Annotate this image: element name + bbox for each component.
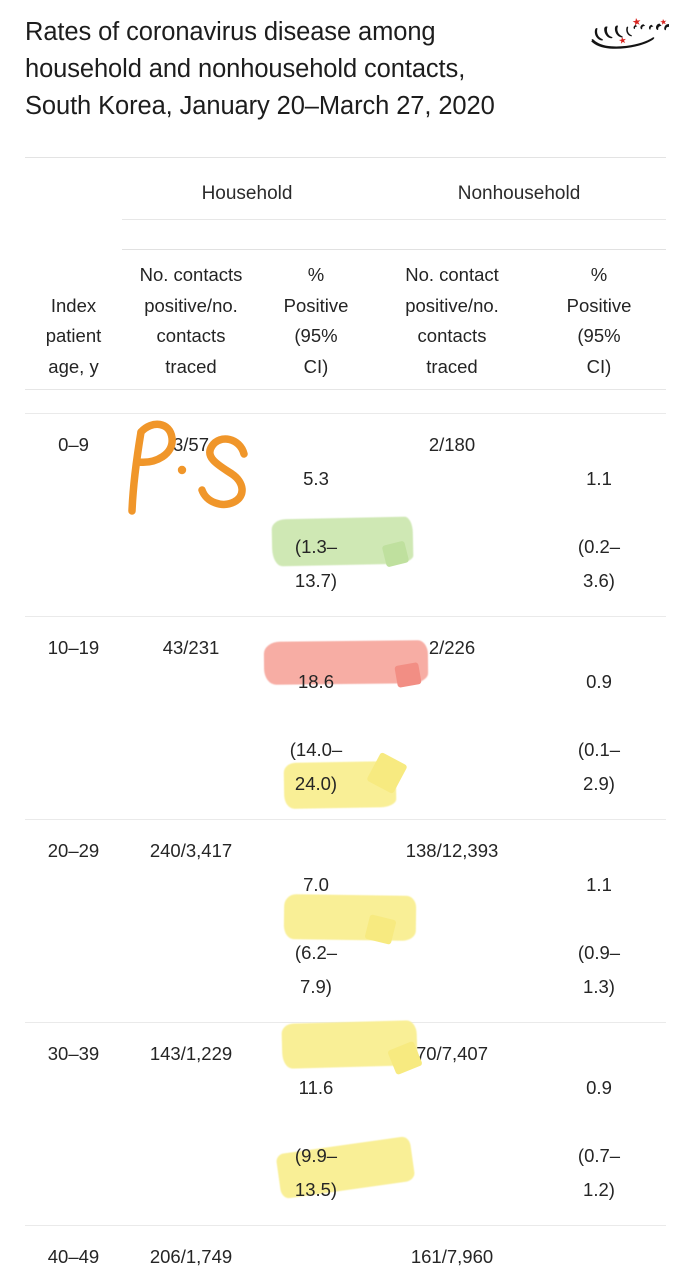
value-household-percent: 18.6 bbox=[297, 670, 334, 692]
value-household-percent: 5.3 bbox=[303, 467, 329, 489]
value-nonhousehold-ci: (0.7– 1.2) bbox=[577, 1144, 621, 1200]
cell-nonhousehold-percent: 1.1 (0.9– 1.3) bbox=[532, 818, 666, 1022]
page-title: Rates of coronavirus disease among house… bbox=[25, 18, 495, 120]
cell-nonhousehold-contacts: 2/180 bbox=[372, 412, 532, 616]
column-header-nonhousehold-percent: % Positive (95% CI) bbox=[566, 264, 632, 377]
page-root: Rates of coronavirus disease among house… bbox=[0, 0, 691, 1280]
rates-table: Household Nonhousehold Index patient age… bbox=[25, 157, 666, 1280]
cell-household-percent: 11.8 (10.3– 13.4) bbox=[260, 1224, 372, 1280]
value-nonhousehold-percent: 1.1 bbox=[586, 467, 612, 489]
value-household-ci: (1.3– 13.7) bbox=[294, 535, 338, 591]
cell-household-contacts: 206/1,749 bbox=[122, 1224, 260, 1280]
cell-nonhousehold-contacts: 138/12,393 bbox=[372, 818, 532, 1022]
cell-household-percent: 5.3 (1.3– 13.7) bbox=[260, 412, 372, 616]
cell-nonhousehold-percent: 2.0 (1.7– 2.3) bbox=[532, 1224, 666, 1280]
cell-age: 10–19 bbox=[25, 615, 122, 819]
value-nonhousehold-ci: (0.1– 2.9) bbox=[577, 738, 621, 794]
value-nonhousehold-percent: 0.9 bbox=[586, 670, 612, 692]
table-row: 40–49 206/1,749 11.8 (10.3– 13.4) 161/7,… bbox=[25, 1224, 666, 1280]
cell-age: 0–9 bbox=[25, 412, 122, 616]
cell-household-contacts: 3/57 bbox=[122, 412, 260, 616]
value-household-percent: 7.0 bbox=[303, 873, 329, 895]
header-rule-gap bbox=[25, 389, 666, 413]
value-household-percent: 11.6 bbox=[298, 1076, 334, 1098]
cell-nonhousehold-contacts: 2/226 bbox=[372, 615, 532, 819]
tabnak-hormozgan-logo-icon bbox=[573, 8, 677, 60]
table-row: 20–29 240/3,417 7.0 (6.2– 7.9) 138/12,39… bbox=[25, 818, 666, 1022]
value-household-ci: (6.2– 7.9) bbox=[294, 941, 338, 997]
cell-nonhousehold-contacts: 70/7,407 bbox=[372, 1021, 532, 1225]
article-header: Rates of coronavirus disease among house… bbox=[0, 0, 691, 125]
cell-age: 30–39 bbox=[25, 1021, 122, 1225]
cell-nonhousehold-contacts: 161/7,960 bbox=[372, 1224, 532, 1280]
cell-household-contacts: 143/1,229 bbox=[122, 1021, 260, 1225]
cell-nonhousehold-percent: 0.9 (0.1– 2.9) bbox=[532, 615, 666, 819]
cell-household-contacts: 240/3,417 bbox=[122, 818, 260, 1022]
group-header-household: Household bbox=[201, 182, 293, 204]
cell-household-percent: 18.6 (14.0– 24.0) bbox=[260, 615, 372, 819]
table-row: 0–9 3/57 5.3 (1.3– 13.7) 2/180 1.1 (0.2–… bbox=[25, 412, 666, 616]
group-rule-gap bbox=[25, 221, 666, 249]
cell-household-percent: 11.6 (9.9– 13.5) bbox=[260, 1021, 372, 1225]
cell-household-percent: 7.0 (6.2– 7.9) bbox=[260, 818, 372, 1022]
table-row: 30–39 143/1,229 11.6 (9.9– 13.5) 70/7,40… bbox=[25, 1021, 666, 1225]
cell-nonhousehold-percent: 0.9 (0.7– 1.2) bbox=[532, 1021, 666, 1225]
cell-age: 20–29 bbox=[25, 818, 122, 1022]
cell-household-contacts: 43/231 bbox=[122, 615, 260, 819]
value-nonhousehold-percent: 0.9 bbox=[586, 1076, 612, 1098]
column-header-household-contacts: No. contacts positive/no. contacts trace… bbox=[139, 264, 243, 377]
column-header-household-percent: % Positive (95% CI) bbox=[283, 264, 349, 377]
group-header-nonhousehold: Nonhousehold bbox=[457, 182, 581, 204]
column-header-index-age: Index patient age, y bbox=[45, 294, 102, 377]
value-nonhousehold-percent: 1.1 bbox=[586, 873, 612, 895]
cell-age: 40–49 bbox=[25, 1224, 122, 1280]
table-row: 10–19 43/231 18.6 (14.0– 24.0) 2/226 0.9… bbox=[25, 615, 666, 819]
data-table-container: Household Nonhousehold Index patient age… bbox=[25, 157, 666, 1280]
cell-nonhousehold-percent: 1.1 (0.2– 3.6) bbox=[532, 412, 666, 616]
value-household-ci: (14.0– 24.0) bbox=[289, 738, 343, 794]
group-header-row: Household Nonhousehold bbox=[25, 159, 666, 220]
column-header-nonhousehold-contacts: No. contact positive/no. contacts traced bbox=[405, 264, 499, 377]
value-household-ci: (9.9– 13.5) bbox=[294, 1144, 338, 1200]
value-nonhousehold-ci: (0.9– 1.3) bbox=[577, 941, 621, 997]
group-header-spacer bbox=[25, 159, 122, 220]
column-header-row: Index patient age, y No. contacts positi… bbox=[25, 251, 666, 388]
value-nonhousehold-ci: (0.2– 3.6) bbox=[577, 535, 621, 591]
